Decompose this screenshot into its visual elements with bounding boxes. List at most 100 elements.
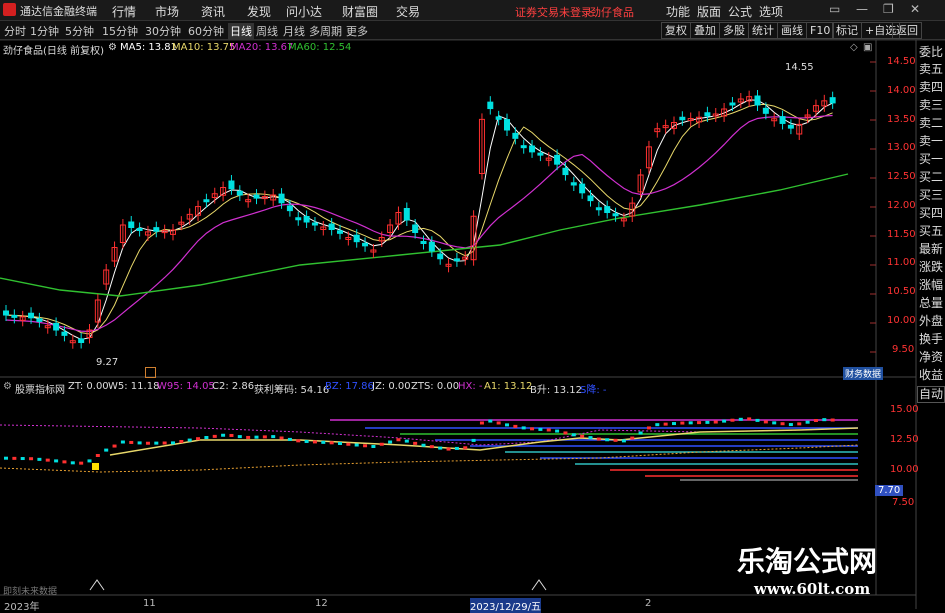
indicator-bar <box>196 437 201 441</box>
candle-body <box>754 95 761 106</box>
indicator-settings-icon[interactable]: ⚙ <box>3 381 12 392</box>
auto-button[interactable]: 自动 <box>917 386 945 403</box>
indicator-bar <box>672 422 676 426</box>
indicator-bar <box>262 435 267 439</box>
indicator-bar <box>120 440 125 444</box>
indicator-bar <box>363 444 368 448</box>
order-panel-item[interactable]: 卖五 <box>917 62 945 77</box>
candle-body <box>412 224 419 233</box>
indicator-bar <box>37 457 42 461</box>
candle-body <box>353 234 360 243</box>
order-panel-item[interactable]: 外盘 <box>917 314 945 329</box>
order-panel-item[interactable]: 买五 <box>917 224 945 239</box>
ind-w5: W5: 11.18 <box>108 381 160 392</box>
order-panel-item[interactable]: 总量 <box>917 296 945 311</box>
ind-current-value: 7.70 <box>875 485 904 496</box>
candle-body <box>729 102 736 106</box>
ind-zts: ZTS: 0.00 <box>411 381 460 392</box>
date-tick: 12 <box>315 598 328 609</box>
candle-body <box>403 208 410 221</box>
indicator-bar <box>546 428 551 432</box>
ind-tick: 12.50 <box>890 434 919 445</box>
candle-body <box>495 116 502 120</box>
order-panel-item[interactable]: 收益 <box>917 368 945 383</box>
order-panel-item[interactable]: 买四 <box>917 206 945 221</box>
order-panel-item[interactable]: 涨跌 <box>917 260 945 275</box>
finance-tag[interactable]: 财务数据 <box>843 367 884 380</box>
order-panel-item[interactable]: 最新 <box>917 242 945 257</box>
indicator-bar <box>588 436 593 440</box>
order-panel-item[interactable]: 卖四 <box>917 80 945 95</box>
indicator-bar <box>496 421 501 425</box>
candle-body <box>3 310 9 316</box>
candle-body <box>36 318 43 322</box>
indicator-bar <box>596 437 601 441</box>
candle-body <box>504 119 510 131</box>
ma5-line <box>5 99 833 341</box>
ind-tick: 7.50 <box>892 497 915 508</box>
candle-body <box>61 331 68 336</box>
indicator-bar <box>722 419 727 423</box>
candle-body <box>604 206 611 213</box>
indicator-bar <box>780 422 785 426</box>
indicator-bar <box>788 423 793 427</box>
indicator-bar <box>87 459 92 463</box>
price-tick: 14.00 <box>887 85 916 96</box>
indicator-bar <box>471 438 476 442</box>
candle-body <box>253 194 260 199</box>
candle-body <box>787 124 794 129</box>
event-marker-icon[interactable] <box>145 367 156 378</box>
ind-profit: 获利筹码: 54.16 <box>254 385 330 396</box>
price-tick: 11.00 <box>887 257 916 268</box>
order-panel-item[interactable]: 买二 <box>917 170 945 185</box>
indicator-bar <box>287 437 292 441</box>
indicator-bar <box>204 436 209 439</box>
signal-arrow <box>89 579 105 591</box>
order-panel-item[interactable]: 买三 <box>917 188 945 203</box>
date-tick: 11 <box>143 598 156 609</box>
indicator-bar <box>446 447 451 451</box>
candle-body <box>78 338 85 344</box>
candle-body <box>579 183 586 194</box>
indicator-bar <box>505 423 509 427</box>
indicator-bar <box>697 421 702 425</box>
candle-body <box>779 116 786 124</box>
candle-body <box>453 258 460 262</box>
indicator-bar <box>45 458 50 462</box>
indicator-name: 股票指标网 <box>15 385 65 396</box>
ind-tick: 10.00 <box>890 464 919 475</box>
indicator-bar <box>655 423 660 427</box>
order-panel-item[interactable]: 涨幅 <box>917 278 945 293</box>
ind-w95: W95: 14.05 <box>157 381 215 392</box>
indicator-bar <box>663 422 668 426</box>
indicator-bar <box>179 439 184 443</box>
order-panel-item[interactable]: 净资 <box>917 350 945 365</box>
candle-body <box>362 242 369 247</box>
order-panel-item[interactable]: 换手 <box>917 332 945 347</box>
indicator-bar <box>605 438 610 442</box>
indicator-bar <box>521 426 526 430</box>
kline-chart[interactable] <box>0 0 945 609</box>
candle-body <box>420 241 427 244</box>
order-panel-item[interactable]: 委比 <box>917 45 945 60</box>
order-panel-item[interactable]: 买一 <box>917 152 945 167</box>
signal-marker <box>92 463 99 470</box>
order-panel-item[interactable]: 卖一 <box>917 134 945 149</box>
candle-body <box>762 107 769 114</box>
indicator-bar <box>747 417 752 421</box>
indicator-bar <box>613 438 618 442</box>
candle-body <box>11 314 18 318</box>
candle-body <box>537 152 544 156</box>
order-panel-item[interactable]: 卖二 <box>917 116 945 131</box>
order-panel-item[interactable]: 卖三 <box>917 98 945 113</box>
ind-hx: HX: - <box>458 381 483 392</box>
indicator-bar <box>538 427 543 431</box>
candle-body <box>428 241 435 252</box>
indicator-bar <box>438 446 443 450</box>
indicator-bar <box>530 427 535 431</box>
candle-body <box>595 207 602 211</box>
candle-body <box>286 205 293 212</box>
candle-body <box>520 145 527 149</box>
indicator-bar <box>830 418 835 422</box>
candle-body <box>512 132 519 139</box>
